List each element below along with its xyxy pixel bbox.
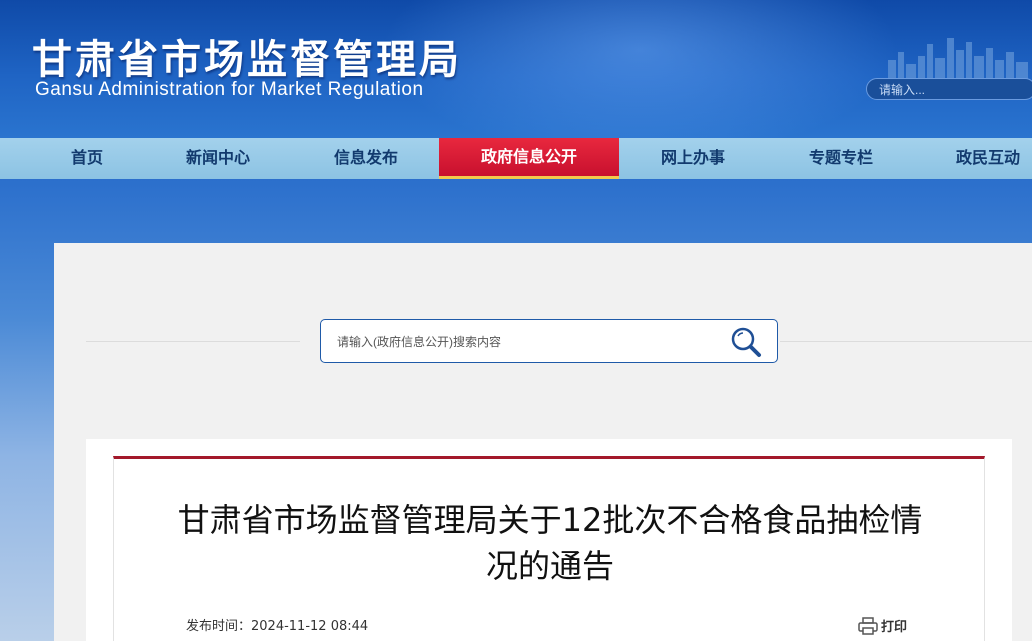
nav-item-online-service[interactable]: 网上办事 <box>645 138 741 179</box>
divider-left <box>86 341 300 342</box>
header-search-input[interactable] <box>867 80 1029 100</box>
content-panel: 甘肃省市场监督管理局关于12批次不合格食品抽检情况的通告 发布时间：2024-1… <box>54 243 1032 641</box>
publish-time-label: 发布时间： <box>186 619 252 634</box>
nav-item-info-release[interactable]: 信息发布 <box>318 138 414 179</box>
publish-time-value: 2024-11-12 08:44 <box>251 619 369 634</box>
print-label: 打印 <box>881 620 908 635</box>
printer-icon <box>858 617 878 635</box>
search-input[interactable] <box>335 331 719 353</box>
nav-item-news[interactable]: 新闻中心 <box>170 138 266 179</box>
nav-item-gov-info-public[interactable]: 政府信息公开 <box>439 138 619 179</box>
print-button[interactable]: 打印 <box>858 616 907 635</box>
article-title: 甘肃省市场监督管理局关于12批次不合格食品抽检情况的通告 <box>177 501 923 585</box>
divider-right <box>780 341 1032 342</box>
header-search-box[interactable] <box>866 78 1032 100</box>
search-icon[interactable] <box>729 325 763 359</box>
main-nav: 首页 新闻中心 信息发布 政府信息公开 网上办事 专题专栏 政民互动 <box>0 138 1032 179</box>
article-card: 甘肃省市场监督管理局关于12批次不合格食品抽检情况的通告 发布时间：2024-1… <box>113 456 985 641</box>
nav-item-home[interactable]: 首页 <box>52 138 122 179</box>
site-title-en: Gansu Administration for Market Regulati… <box>35 79 424 100</box>
site-title-cn: 甘肃省市场监督管理局 <box>32 37 462 83</box>
article-container: 甘肃省市场监督管理局关于12批次不合格食品抽检情况的通告 发布时间：2024-1… <box>86 439 1012 641</box>
site-header: 甘肃省市场监督管理局 Gansu Administration for Mark… <box>0 0 1032 138</box>
publish-info: 发布时间：2024-11-12 08:44 <box>186 615 368 634</box>
city-skyline-graphic <box>888 38 1028 80</box>
nav-item-special-topics[interactable]: 专题专栏 <box>793 138 889 179</box>
nav-item-interaction[interactable]: 政民互动 <box>940 138 1032 179</box>
search-box <box>320 319 778 363</box>
